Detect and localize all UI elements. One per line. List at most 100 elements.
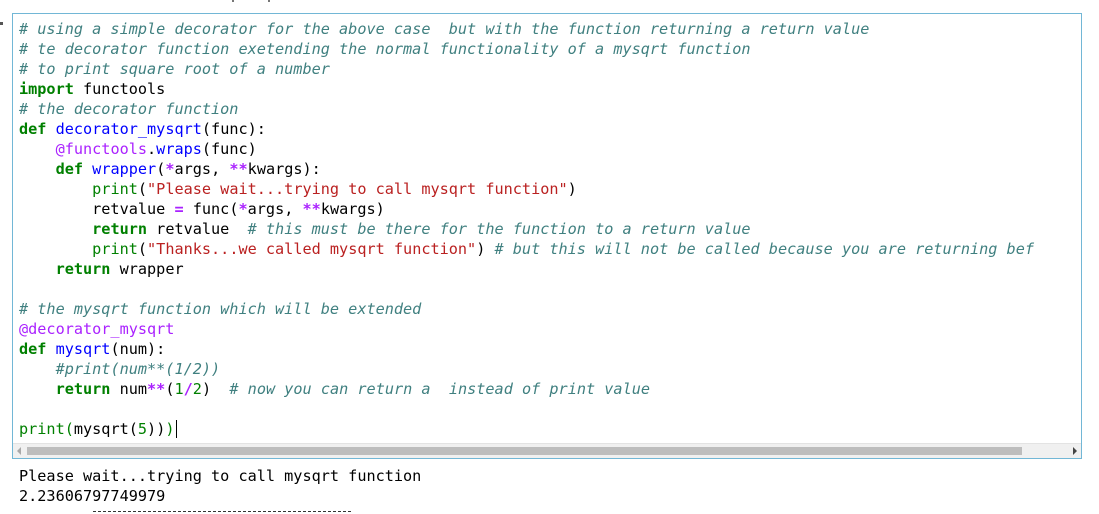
code-token: wraps — [156, 140, 202, 158]
code-token: ) — [165, 420, 175, 438]
code-line: ​ — [19, 399, 1081, 419]
code-token: print — [19, 420, 65, 438]
output-line: 2.23606797749979 — [19, 487, 166, 505]
code-token: mysqrt( — [73, 420, 138, 438]
code-token: # but this will not be called because yo… — [494, 240, 1034, 258]
code-token: @functools — [55, 140, 148, 158]
code-line: @decorator_mysqrt — [19, 319, 1081, 339]
code-token: = — [174, 200, 184, 218]
code-token: import — [19, 80, 74, 98]
code-line: return num**(1/2) # now you can return a… — [19, 379, 1081, 399]
code-token: num — [110, 380, 148, 398]
code-line: print(mysqrt(5))) — [19, 419, 1081, 439]
code-token: ( — [137, 240, 148, 258]
code-token: ** — [147, 380, 166, 398]
horizontal-scrollbar[interactable] — [13, 443, 1081, 458]
code-token: ) — [567, 180, 577, 198]
code-token: # using a simple decorator for the above… — [19, 20, 870, 38]
code-token: # the decorator function — [19, 100, 239, 118]
code-line: return retvalue # this must be there for… — [19, 219, 1081, 239]
code-token: # the mysqrt function which will be exte… — [19, 300, 422, 318]
scroll-left-icon[interactable] — [17, 447, 21, 455]
code-token: 1 — [174, 380, 184, 398]
code-token: kwargs): — [247, 160, 321, 178]
code-line: # to print square root of a number — [19, 59, 1081, 79]
code-token: 2 — [192, 380, 202, 398]
code-token: def — [55, 160, 84, 178]
code-line: #print(num**(1/2)) — [19, 359, 1081, 379]
code-token: return — [92, 220, 148, 238]
code-line: def wrapper(*args, **kwargs): — [19, 159, 1081, 179]
code-token: retvalue — [147, 220, 248, 238]
scroll-right-icon[interactable] — [1073, 447, 1077, 455]
code-line: print("Thanks...we called mysqrt functio… — [19, 239, 1081, 259]
code-line: # the decorator function — [19, 99, 1081, 119]
code-token: ( — [137, 180, 148, 198]
code-token: )) — [147, 420, 166, 438]
code-token: functools — [73, 80, 166, 98]
code-token: decorator_mysqrt — [55, 120, 202, 138]
code-token: (func) — [201, 140, 257, 158]
code-token: args, — [174, 160, 230, 178]
code-token: "Thanks...we called mysqrt function" — [147, 240, 477, 258]
scrollbar-thumb[interactable] — [27, 447, 1022, 455]
code-token: def — [19, 340, 47, 358]
code-token: (func): — [201, 120, 266, 138]
code-token: 5 — [137, 420, 148, 438]
output-line: Please wait...trying to call mysqrt func… — [19, 467, 422, 485]
next-cell-edge — [93, 511, 351, 512]
code-token: wrapper — [92, 160, 157, 178]
code-cell[interactable]: # using a simple decorator for the above… — [12, 13, 1082, 459]
code-token: # now you can return a instead of print … — [229, 380, 650, 398]
code-token: @decorator_mysqrt — [19, 320, 175, 338]
code-token: # te decorator function exetending the n… — [19, 40, 751, 58]
code-line: retvalue = func(*args, **kwargs) — [19, 199, 1081, 219]
code-token: ** — [229, 160, 248, 178]
code-token: "Please wait...trying to call mysqrt fun… — [147, 180, 568, 198]
code-token: wrapper — [110, 260, 184, 278]
code-line: def mysqrt(num): — [19, 339, 1081, 359]
code-token: * — [165, 160, 175, 178]
code-line: ​ — [19, 279, 1081, 299]
code-line: # using a simple decorator for the above… — [19, 19, 1081, 39]
code-token: ( — [156, 160, 166, 178]
code-token: ** — [302, 200, 321, 218]
code-token: def — [19, 120, 47, 138]
code-line: # the mysqrt function which will be exte… — [19, 299, 1081, 319]
code-token: ) — [201, 380, 230, 398]
code-token: retvalue — [19, 200, 175, 218]
code-token: kwargs) — [320, 200, 385, 218]
code-token: return — [55, 260, 111, 278]
code-line: import functools — [19, 79, 1081, 99]
text-cursor — [175, 420, 177, 438]
code-token: ) — [476, 240, 495, 258]
previous-cell-edge — [0, 0, 300, 4]
code-line: return wrapper — [19, 259, 1081, 279]
cell-output: Please wait...trying to call mysqrt func… — [19, 466, 421, 506]
code-token: return — [55, 380, 111, 398]
code-line: @functools.wraps(func) — [19, 139, 1081, 159]
code-token: #print(num**(1/2)) — [55, 360, 221, 378]
code-token: ( — [64, 420, 74, 438]
code-token: (num): — [110, 340, 166, 358]
code-token: print — [92, 240, 138, 258]
code-editor[interactable]: # using a simple decorator for the above… — [19, 19, 1081, 439]
code-line: print("Please wait...trying to call mysq… — [19, 179, 1081, 199]
code-token: # to print square root of a number — [19, 60, 330, 78]
code-token: . — [147, 140, 157, 158]
code-token: # this must be there for the function to… — [247, 220, 751, 238]
code-token: mysqrt — [55, 340, 111, 358]
code-token: print — [92, 180, 138, 198]
code-token: * — [238, 200, 248, 218]
